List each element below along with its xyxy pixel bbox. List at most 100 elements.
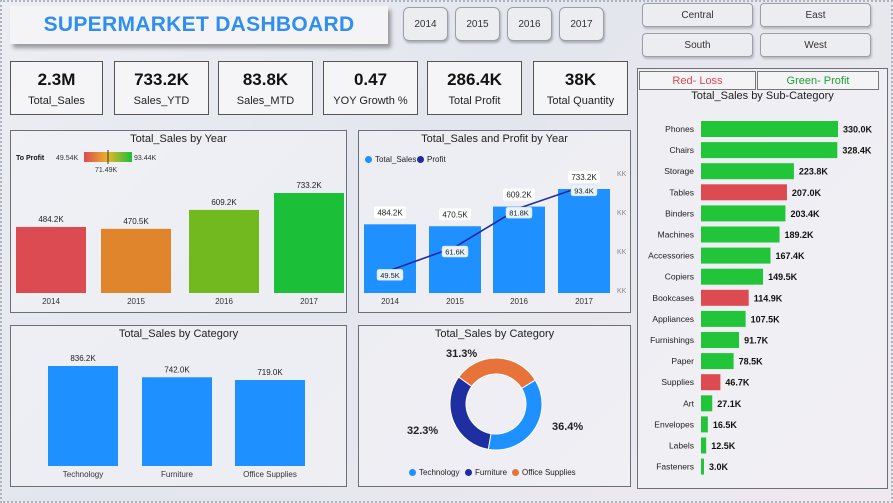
profit-label: 93.4K <box>574 186 594 195</box>
region-button-west[interactable]: West <box>760 33 871 57</box>
sales-profit-chart: 484.2K 2014 470.5K 2015 609.2K 2016 733.2K 2017… <box>364 171 627 306</box>
data-label: 78.5K <box>739 357 764 367</box>
data-label: 328.4K <box>842 146 872 156</box>
data-label: 167.4K <box>775 251 805 261</box>
right-axis-tick: KK <box>617 288 627 295</box>
legend-profit-box: Green- Profit <box>757 71 879 90</box>
category-label: Phones <box>665 124 694 134</box>
subcategory-bar-chart: Phones 330.0K Chairs 328.4K Storage 223.8K Tab… <box>648 121 873 475</box>
bar-Furnishings <box>701 332 740 348</box>
tick-label: 2017 <box>300 297 318 306</box>
category-label: Labels <box>669 441 694 451</box>
bar-Accessories <box>701 247 771 264</box>
region-button-east[interactable]: East <box>760 3 871 27</box>
category-label: Accessories <box>648 251 694 261</box>
year-button-2014[interactable]: 2014 <box>403 7 448 41</box>
profit-line <box>389 185 585 272</box>
profit-label: 81.8K <box>509 209 529 218</box>
slice-label: 32.3% <box>407 425 438 437</box>
data-label: 836.2K <box>70 354 96 363</box>
year-button-2015[interactable]: 2015 <box>455 7 500 41</box>
bar-Paper <box>701 353 734 370</box>
legend-furniture: Furniture <box>465 468 507 477</box>
category-label: Bookcases <box>652 293 694 303</box>
data-label: 484.2K <box>38 215 64 224</box>
bar-Fasteners <box>701 458 704 475</box>
slice-Furniture <box>449 376 492 450</box>
profit-label: 61.6K <box>445 248 465 257</box>
data-label: 107.5K <box>751 314 781 324</box>
data-label: 46.7K <box>725 378 750 388</box>
legend-dot <box>465 469 472 476</box>
kpi-value: 0.47 <box>353 69 388 89</box>
kpi-yoy-growth: 0.47 YOY Growth % <box>323 61 418 115</box>
bar-Technology <box>48 366 118 466</box>
tick-label: 2014 <box>381 297 399 306</box>
bar-Chairs <box>701 142 838 159</box>
category-label: Furnishings <box>650 335 694 345</box>
bar-Tables <box>701 184 787 201</box>
kpi-value: 83.8K <box>242 69 289 89</box>
slice-Office Supplies <box>458 357 536 390</box>
data-label: 609.2K <box>211 198 237 207</box>
tick-label: 2015 <box>446 297 464 306</box>
data-label: 223.8K <box>799 167 829 177</box>
sales-by-year-chart: To Profit 49.54K 71.49K 93.44K 484.2K 2014 470… <box>16 150 344 306</box>
data-label: 742.0K <box>164 365 190 374</box>
bar-2017 <box>274 193 344 293</box>
slice-label: 36.4% <box>552 421 583 433</box>
legend-dot <box>409 469 416 476</box>
bar-Art <box>701 395 713 412</box>
data-label: 114.9K <box>754 293 783 303</box>
category-label: Binders <box>665 208 694 218</box>
panel-sales-by-year[interactable]: Total_Sales by Year To Profit 49.54K 71.49… <box>10 130 347 313</box>
category-label: Appliances <box>652 314 694 324</box>
slice-Technology <box>487 379 543 451</box>
legend-dot <box>512 469 519 476</box>
panel-sales-by-category-donut[interactable]: Total_Sales by Category 36.4% 32.3% 31.3% … <box>358 325 631 487</box>
data-label: 733.2K <box>571 173 597 182</box>
bar-Storage <box>701 163 794 180</box>
color-legend-max: 93.44K <box>134 155 157 162</box>
category-label: Chairs <box>669 145 694 155</box>
bar-Envelopes <box>701 416 708 433</box>
kpi-value: 38K <box>564 69 597 89</box>
category-label: Copiers <box>665 272 694 282</box>
color-legend-min: 49.54K <box>56 155 79 162</box>
year-button-2016[interactable]: 2016 <box>507 7 552 41</box>
tick-label: 2015 <box>127 297 145 306</box>
bar-2014 <box>16 226 86 293</box>
kpi-value: 733.2K <box>134 69 189 89</box>
panel-sales-by-category-bar[interactable]: Total_Sales by Category 836.2K Technology… <box>10 325 347 487</box>
dashboard-title: SUPERMARKET DASHBOARD <box>43 13 355 36</box>
data-label: 470.5K <box>123 217 149 226</box>
kpi-value: 286.4K <box>447 69 502 89</box>
bar-Office Supplies <box>235 380 305 466</box>
color-legend-mid: 71.49K <box>95 167 118 174</box>
legend-office-supplies: Office Supplies <box>512 468 576 477</box>
bar-2015 <box>101 228 171 293</box>
data-label: 203.4K <box>790 209 820 219</box>
data-label: 733.2K <box>296 181 322 190</box>
panel-sales-by-subcategory[interactable]: Total_Sales by Sub-Category Phones 330.0K… <box>637 68 888 489</box>
category-label: Storage <box>664 166 694 176</box>
profit-label: 49.5K <box>380 271 400 280</box>
data-label: 330.0K <box>843 125 873 135</box>
data-label: 609.2K <box>506 191 532 200</box>
region-button-central[interactable]: Central <box>642 3 753 27</box>
data-label: 484.2K <box>377 208 403 217</box>
category-label: Fasteners <box>656 462 694 472</box>
bar-Furniture <box>142 377 212 466</box>
category-bar-chart: 836.2K Technology 742.0K Furniture 719.0K Off… <box>48 354 305 479</box>
data-label: 719.0K <box>257 368 283 377</box>
kpi-total-sales: 2.3M Total_Sales <box>10 61 103 115</box>
bar-Labels <box>701 437 707 454</box>
legend-label: Technology <box>419 468 460 477</box>
right-axis-tick: KK <box>617 210 627 217</box>
panel-sales-profit-by-year[interactable]: Total_Sales and Profit by Year Total_Sal… <box>358 130 631 313</box>
kpi-label: Total Profit <box>448 94 501 107</box>
region-button-south[interactable]: South <box>642 33 753 57</box>
year-button-2017[interactable]: 2017 <box>559 7 604 41</box>
category-label: Paper <box>671 356 694 366</box>
kpi-label: Sales_YTD <box>133 94 190 107</box>
